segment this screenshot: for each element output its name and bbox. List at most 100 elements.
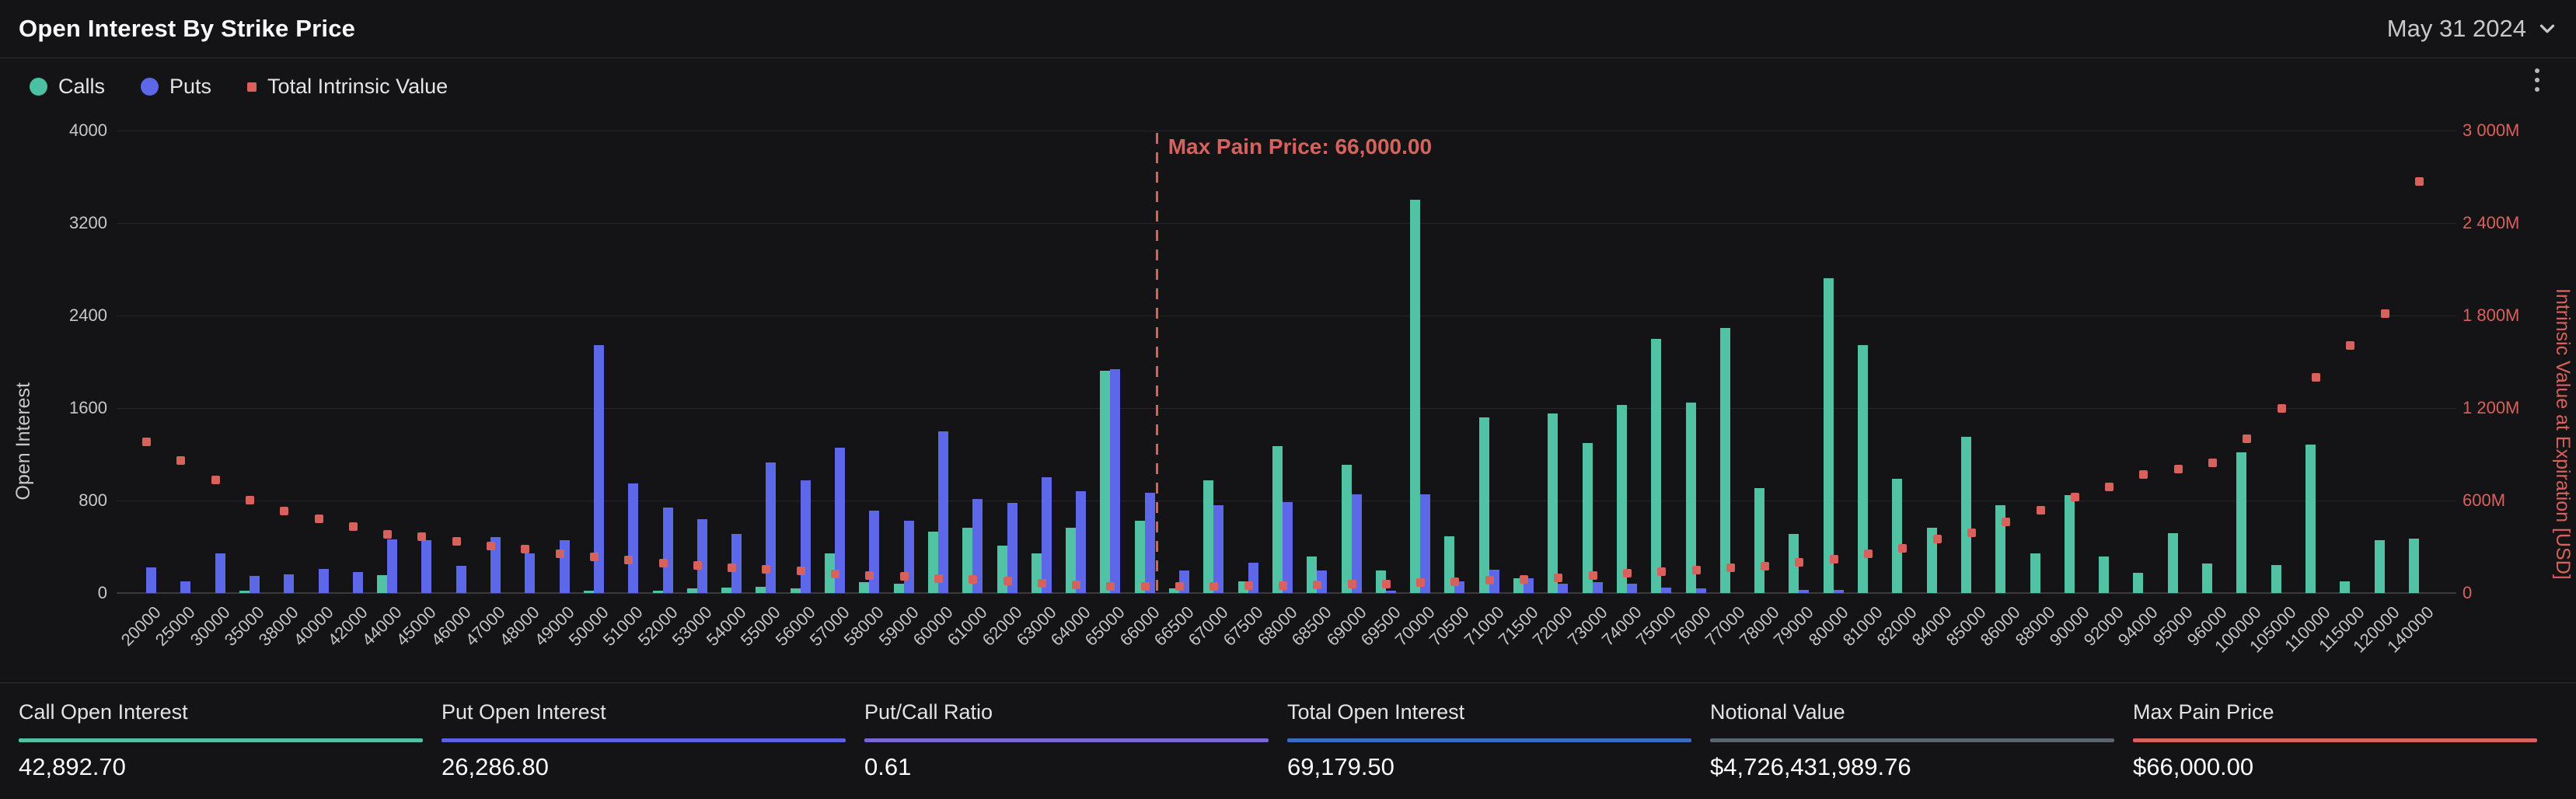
call-bar-59000[interactable] (893, 583, 904, 593)
call-bar-67000[interactable] (1203, 480, 1214, 593)
put-bar-67000[interactable] (1213, 505, 1224, 593)
intrinsic-value-marker-54000[interactable] (728, 563, 737, 572)
intrinsic-value-marker-75000[interactable] (1657, 567, 1667, 576)
intrinsic-value-marker-115000[interactable] (2346, 340, 2355, 350)
intrinsic-value-marker-65000[interactable] (1106, 581, 1115, 591)
intrinsic-value-marker-63000[interactable] (1037, 578, 1046, 588)
put-bar-42000[interactable] (352, 572, 363, 593)
intrinsic-value-marker-46000[interactable] (452, 537, 461, 546)
put-bar-38000[interactable] (284, 574, 295, 593)
call-bar-82000[interactable] (1892, 478, 1903, 593)
call-bar-115000[interactable] (2340, 581, 2351, 593)
call-bar-44000[interactable] (377, 574, 388, 593)
intrinsic-value-marker-68500[interactable] (1313, 581, 1322, 590)
intrinsic-value-marker-62000[interactable] (1003, 577, 1012, 586)
call-bar-52000[interactable] (652, 591, 663, 593)
intrinsic-value-marker-30000[interactable] (211, 476, 220, 485)
intrinsic-value-marker-90000[interactable] (2070, 493, 2079, 502)
call-bar-58000[interactable] (859, 581, 870, 593)
intrinsic-value-marker-44000[interactable] (383, 530, 393, 539)
call-bar-105000[interactable] (2271, 564, 2281, 593)
call-bar-75000[interactable] (1651, 338, 1662, 593)
call-bar-68000[interactable] (1272, 445, 1283, 593)
intrinsic-value-marker-77000[interactable] (1726, 563, 1735, 573)
intrinsic-value-marker-100000[interactable] (2243, 434, 2252, 443)
put-bar-66000[interactable] (1144, 493, 1155, 593)
intrinsic-value-marker-88000[interactable] (2036, 505, 2045, 515)
put-bar-68000[interactable] (1282, 502, 1293, 593)
intrinsic-value-marker-120000[interactable] (2380, 309, 2389, 319)
call-bar-78000[interactable] (1754, 487, 1765, 593)
call-bar-95000[interactable] (2167, 533, 2178, 593)
put-bar-52000[interactable] (662, 508, 673, 593)
intrinsic-value-marker-64000[interactable] (1072, 581, 1081, 590)
put-bar-35000[interactable] (249, 575, 260, 593)
call-bar-70000[interactable] (1410, 200, 1421, 593)
intrinsic-value-marker-50000[interactable] (589, 552, 599, 561)
intrinsic-value-marker-76000[interactable] (1691, 565, 1701, 574)
intrinsic-value-marker-81000[interactable] (1864, 549, 1873, 558)
intrinsic-value-marker-57000[interactable] (831, 570, 839, 579)
call-bar-120000[interactable] (2374, 540, 2385, 593)
put-bar-69500[interactable] (1385, 590, 1396, 593)
put-bar-63000[interactable] (1041, 476, 1052, 593)
intrinsic-value-marker-86000[interactable] (2002, 517, 2011, 526)
put-bar-25000[interactable] (180, 581, 191, 593)
intrinsic-value-marker-70000[interactable] (1416, 578, 1426, 588)
intrinsic-value-marker-78000[interactable] (1761, 561, 1770, 570)
intrinsic-value-marker-73000[interactable] (1588, 571, 1597, 581)
call-bar-76000[interactable] (1685, 402, 1696, 593)
call-bar-50000[interactable] (583, 591, 594, 593)
call-bar-94000[interactable] (2133, 572, 2144, 593)
put-bar-80000[interactable] (1833, 589, 1844, 593)
intrinsic-value-marker-59000[interactable] (899, 572, 909, 581)
call-bar-62000[interactable] (997, 546, 1007, 593)
legend-item-calls[interactable]: Calls (30, 75, 105, 99)
intrinsic-value-marker-35000[interactable] (245, 496, 254, 505)
put-bar-56000[interactable] (800, 480, 811, 593)
intrinsic-value-marker-140000[interactable] (2414, 177, 2424, 187)
put-bar-72000[interactable] (1558, 583, 1569, 593)
intrinsic-value-marker-56000[interactable] (796, 567, 805, 576)
intrinsic-value-marker-51000[interactable] (624, 556, 634, 565)
intrinsic-value-marker-61000[interactable] (969, 575, 978, 584)
intrinsic-value-marker-47000[interactable] (487, 541, 495, 550)
put-bar-58000[interactable] (869, 510, 880, 593)
call-bar-80000[interactable] (1823, 278, 1834, 593)
put-bar-69000[interactable] (1351, 494, 1362, 593)
intrinsic-value-marker-60000[interactable] (934, 574, 943, 583)
call-bar-74000[interactable] (1616, 405, 1627, 593)
intrinsic-value-marker-48000[interactable] (521, 545, 530, 554)
call-bar-90000[interactable] (2064, 494, 2075, 593)
call-bar-69000[interactable] (1341, 464, 1352, 593)
put-bar-44000[interactable] (387, 539, 398, 593)
put-bar-48000[interactable] (525, 553, 536, 593)
call-bar-92000[interactable] (2099, 557, 2110, 593)
put-bar-46000[interactable] (456, 566, 466, 593)
put-bar-73000[interactable] (1592, 581, 1603, 593)
call-bar-71000[interactable] (1478, 417, 1489, 593)
call-bar-100000[interactable] (2236, 452, 2247, 593)
intrinsic-value-marker-96000[interactable] (2208, 459, 2217, 468)
call-bar-77000[interactable] (1719, 328, 1730, 593)
put-bar-75000[interactable] (1661, 587, 1672, 593)
call-bar-65000[interactable] (1100, 371, 1111, 593)
call-bar-35000[interactable] (239, 590, 250, 593)
call-bar-60000[interactable] (927, 532, 938, 593)
put-bar-79000[interactable] (1799, 589, 1810, 593)
call-bar-85000[interactable] (1960, 436, 1971, 593)
put-bar-53000[interactable] (696, 519, 707, 593)
put-bar-40000[interactable] (318, 568, 329, 593)
put-bar-65000[interactable] (1110, 369, 1121, 593)
intrinsic-value-marker-92000[interactable] (2105, 483, 2114, 492)
intrinsic-value-marker-20000[interactable] (142, 437, 151, 446)
intrinsic-value-marker-74000[interactable] (1622, 568, 1632, 577)
call-bar-140000[interactable] (2408, 539, 2419, 593)
put-bar-49000[interactable] (559, 539, 570, 593)
intrinsic-value-marker-58000[interactable] (865, 570, 874, 580)
intrinsic-value-marker-72000[interactable] (1554, 574, 1563, 583)
intrinsic-value-marker-49000[interactable] (555, 549, 564, 558)
intrinsic-value-marker-45000[interactable] (417, 532, 427, 542)
put-bar-45000[interactable] (421, 539, 432, 593)
call-bar-54000[interactable] (721, 587, 732, 593)
